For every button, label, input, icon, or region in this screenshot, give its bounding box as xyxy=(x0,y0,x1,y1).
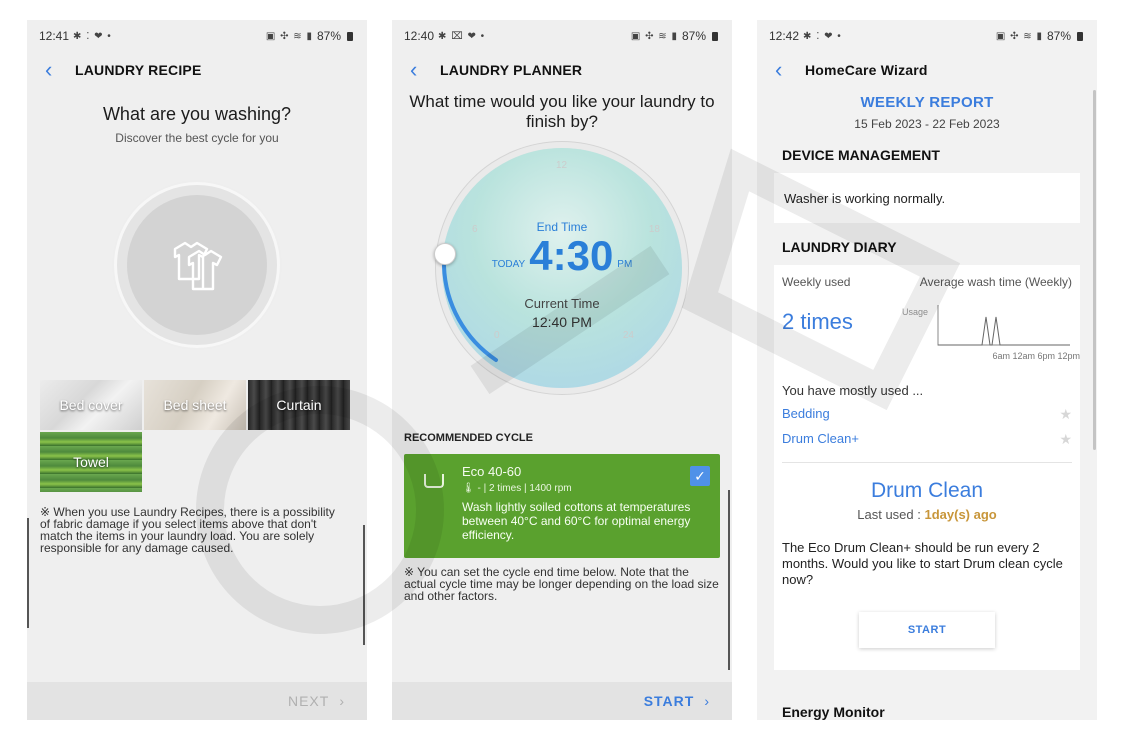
shirt-icon xyxy=(173,241,223,291)
laundry-illustration xyxy=(117,185,277,345)
status-time: 12:40 xyxy=(404,29,435,43)
tile-bed-sheet[interactable]: Bed sheet xyxy=(144,380,246,430)
mostly-used-item[interactable]: Bedding ★ xyxy=(782,406,1072,423)
tile-bed-cover[interactable]: Bed cover xyxy=(40,380,142,430)
scrollbar[interactable] xyxy=(1093,90,1096,450)
device-status-card: Washer is working normally. xyxy=(774,173,1080,223)
chevron-right-icon: › xyxy=(339,693,345,709)
battery-icon xyxy=(1077,31,1083,41)
page-title: LAUNDRY RECIPE xyxy=(75,62,202,78)
page-title: LAUNDRY PLANNER xyxy=(440,62,583,78)
mostly-used-item-label: Bedding xyxy=(782,406,830,421)
check-icon[interactable]: ✓ xyxy=(690,466,710,486)
drum-clean-start-button[interactable]: START xyxy=(859,612,995,648)
usage-time-ticks: 6am 12am 6pm 12pm xyxy=(992,351,1080,361)
laundry-diary-title: LAUNDRY DIARY xyxy=(782,239,897,255)
app-bar: ‹ LAUNDRY RECIPE xyxy=(27,52,367,88)
signal-icons: ▣ ✣ ≋ ▮ xyxy=(995,30,1043,42)
homecare-wizard-screen: 12:42 ✱ ⁚ ❤ • ▣ ✣ ≋ ▮ 87% ‹ HomeCare Wiz… xyxy=(757,20,1097,720)
tile-label: Bed cover xyxy=(59,397,123,413)
drum-clean-title: Drum Clean xyxy=(870,479,984,502)
signal-icons: ▣ ✣ ≋ ▮ xyxy=(630,30,678,42)
scroll-edge xyxy=(27,518,29,628)
star-icon[interactable]: ★ xyxy=(1059,431,1072,448)
notification-icons: ✱ ⁚ ❤ • xyxy=(803,30,842,42)
app-bar: ‹ HomeCare Wizard xyxy=(757,52,1097,88)
recipe-tiles: Bed cover Bed sheet Curtain Towel xyxy=(40,380,354,494)
recommended-cycle-title: RECOMMENDED CYCLE xyxy=(404,432,533,444)
back-arrow-icon[interactable]: ‹ xyxy=(410,59,440,81)
tile-curtain[interactable]: Curtain xyxy=(248,380,350,430)
end-time-dial[interactable]: 12 6 18 0 24 End Time TODAY 4:30 PM Curr… xyxy=(434,148,682,388)
page-title: HomeCare Wizard xyxy=(805,62,928,78)
cycle-name: Eco 40-60 xyxy=(462,464,522,479)
signal-icons: ▣ ✣ ≋ ▮ xyxy=(265,30,313,42)
tile-towel[interactable]: Towel xyxy=(40,432,142,492)
drum-last-used-value: 1day(s) ago xyxy=(924,507,997,522)
end-time-notice: ※ You can set the cycle end time below. … xyxy=(404,565,719,603)
battery-level: 87% xyxy=(1046,29,1071,43)
scroll-edge xyxy=(363,525,365,645)
notification-icons: ✱ ⌧ ❤ • xyxy=(438,30,486,42)
screen-subheading: Discover the best cycle for you xyxy=(115,131,279,145)
status-time: 12:41 xyxy=(39,29,70,43)
battery-icon xyxy=(712,31,718,41)
screen-heading: What time would you like your laundry to… xyxy=(409,92,715,131)
energy-monitor-title: Energy Monitor xyxy=(782,704,885,720)
battery-icon xyxy=(347,31,353,41)
notification-icons: ✱ ⁚ ❤ • xyxy=(73,30,112,42)
usage-axis-label: Usage xyxy=(902,307,929,317)
laundry-planner-screen: 12:40 ✱ ⌧ ❤ • ▣ ✣ ≋ ▮ 87% ‹ LAUNDRY PLAN… xyxy=(392,20,732,720)
drum-last-used: Last used : 1day(s) ago xyxy=(857,507,997,522)
screen-heading: What are you washing? xyxy=(102,104,292,124)
recommended-cycle-card[interactable]: Eco 40-60 🌡 - | 2 times | 1400 rpm Wash … xyxy=(404,454,720,558)
progress-arc xyxy=(442,264,498,362)
star-icon[interactable]: ★ xyxy=(1059,406,1072,423)
start-button[interactable]: START › xyxy=(644,693,710,709)
wash-tub-icon xyxy=(424,474,444,488)
status-bar: 12:41 ✱ ⁚ ❤ • ▣ ✣ ≋ ▮ 87% xyxy=(27,20,367,52)
chevron-right-icon: › xyxy=(704,693,710,709)
bottom-action-bar: NEXT › xyxy=(27,682,367,720)
laundry-recipe-screen: 12:41 ✱ ⁚ ❤ • ▣ ✣ ≋ ▮ 87% ‹ LAUNDRY RECI… xyxy=(27,20,367,720)
device-status-text: Washer is working normally. xyxy=(784,191,946,206)
fabric-damage-notice: ※ When you use Laundry Recipes, there is… xyxy=(40,505,335,555)
cycle-meta: 🌡 - | 2 times | 1400 rpm xyxy=(462,483,572,494)
laundry-diary-card: Weekly used Average wash time (Weekly) 2… xyxy=(774,265,1080,670)
back-arrow-icon[interactable]: ‹ xyxy=(45,59,75,81)
back-arrow-icon[interactable]: ‹ xyxy=(775,59,805,81)
drum-clean-message: The Eco Drum Clean+ should be run every … xyxy=(782,540,1063,587)
app-bar: ‹ LAUNDRY PLANNER xyxy=(392,52,732,88)
status-bar: 12:40 ✱ ⌧ ❤ • ▣ ✣ ≋ ▮ 87% xyxy=(392,20,732,52)
battery-level: 87% xyxy=(681,29,706,43)
weekly-used-label: Weekly used xyxy=(782,275,851,289)
status-time: 12:42 xyxy=(769,29,800,43)
bottom-action-bar: START › xyxy=(392,682,732,720)
dial-hour-label: 24 xyxy=(622,330,634,341)
next-button[interactable]: NEXT › xyxy=(288,693,345,709)
divider xyxy=(782,462,1072,463)
battery-level: 87% xyxy=(316,29,341,43)
tile-label: Bed sheet xyxy=(163,397,227,413)
report-date-range: 15 Feb 2023 - 22 Feb 2023 xyxy=(854,117,1000,131)
scroll-edge xyxy=(728,490,730,670)
mostly-used-label: You have mostly used ... xyxy=(782,383,924,398)
pm-label: PM xyxy=(617,259,633,270)
status-bar: 12:42 ✱ ⁚ ❤ • ▣ ✣ ≋ ▮ 87% xyxy=(757,20,1097,52)
average-wash-label: Average wash time (Weekly) xyxy=(919,275,1072,289)
tile-label: Towel xyxy=(73,454,109,470)
weekly-report-title: WEEKLY REPORT xyxy=(860,94,994,111)
mostly-used-item[interactable]: Drum Clean+ ★ xyxy=(782,431,1072,448)
usage-chart: Usage xyxy=(902,299,1072,359)
mostly-used-item-label: Drum Clean+ xyxy=(782,431,859,446)
cycle-description: Wash lightly soiled cottons at temperatu… xyxy=(462,500,691,542)
tile-label: Curtain xyxy=(276,397,322,413)
device-management-title: DEVICE MANAGEMENT xyxy=(782,147,940,163)
dial-drag-handle[interactable] xyxy=(434,243,456,265)
